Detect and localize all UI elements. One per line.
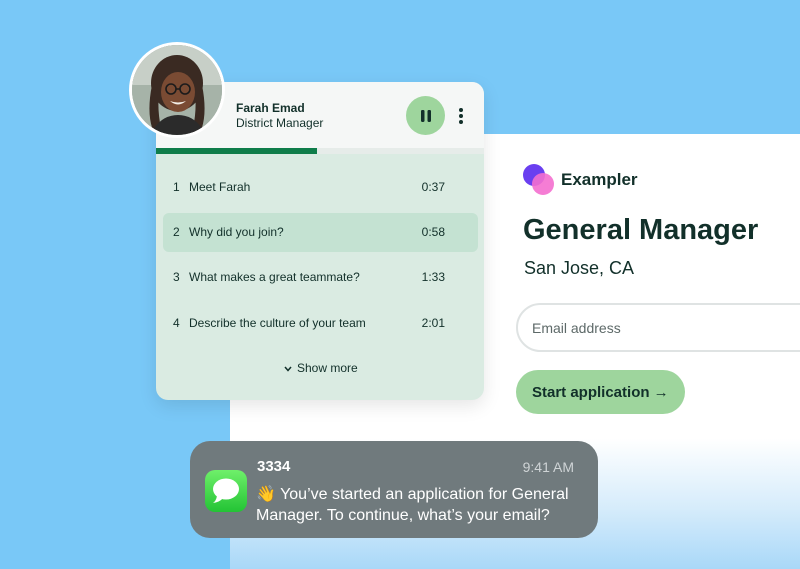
show-more-label: Show more bbox=[297, 361, 358, 375]
show-more-button[interactable]: Show more bbox=[284, 361, 358, 375]
video-progress-bar[interactable] bbox=[156, 148, 484, 154]
notification-sender: 3334 bbox=[257, 458, 291, 475]
question-row[interactable]: 3 What makes a great teammate? 1:33 bbox=[163, 258, 478, 297]
question-text: Meet Farah bbox=[189, 180, 251, 194]
question-text: What makes a great teammate? bbox=[189, 270, 360, 284]
question-row[interactable]: 2 Why did you join? 0:58 bbox=[163, 213, 478, 252]
notification-time: 9:41 AM bbox=[522, 459, 574, 475]
messages-app-icon bbox=[205, 470, 247, 512]
question-row[interactable]: 1 Meet Farah 0:37 bbox=[163, 168, 478, 207]
avatar bbox=[129, 42, 225, 138]
sms-notification[interactable]: 3334 9:41 AM 👋 You’ve started an applica… bbox=[190, 441, 598, 538]
video-progress-fill bbox=[156, 148, 317, 154]
question-duration: 2:01 bbox=[421, 316, 445, 330]
notification-body: 👋 You’ve started an application for Gene… bbox=[256, 486, 569, 524]
avatar-photo bbox=[132, 45, 222, 135]
question-number: 2 bbox=[173, 225, 180, 239]
job-title: General Manager bbox=[523, 214, 759, 246]
more-vertical-icon bbox=[459, 108, 463, 124]
start-application-button[interactable]: Start application → bbox=[516, 370, 685, 414]
speaker-role: District Manager bbox=[236, 116, 324, 130]
question-row[interactable]: 4 Describe the culture of your team 2:01 bbox=[163, 304, 478, 343]
question-duration: 0:37 bbox=[421, 180, 445, 194]
job-location: San Jose, CA bbox=[524, 258, 635, 278]
speaker-name: Farah Emad bbox=[236, 101, 305, 115]
question-number: 1 bbox=[173, 180, 180, 194]
pause-icon bbox=[420, 109, 431, 122]
exampler-logo-icon bbox=[523, 164, 555, 196]
question-text: Why did you join? bbox=[189, 225, 284, 239]
brand-name: Exampler bbox=[561, 170, 638, 189]
question-duration: 0:58 bbox=[421, 225, 445, 239]
question-duration: 1:33 bbox=[421, 270, 445, 284]
pause-button[interactable] bbox=[406, 96, 445, 135]
question-number: 3 bbox=[173, 270, 180, 284]
email-input[interactable] bbox=[516, 303, 800, 352]
more-options-button[interactable] bbox=[452, 104, 470, 128]
question-number: 4 bbox=[173, 316, 180, 330]
chevron-down-icon bbox=[284, 366, 292, 372]
question-text: Describe the culture of your team bbox=[189, 316, 366, 330]
video-card: Farah Emad District Manager 1 Meet Farah 0… bbox=[156, 82, 484, 400]
brand: Exampler bbox=[523, 164, 638, 196]
